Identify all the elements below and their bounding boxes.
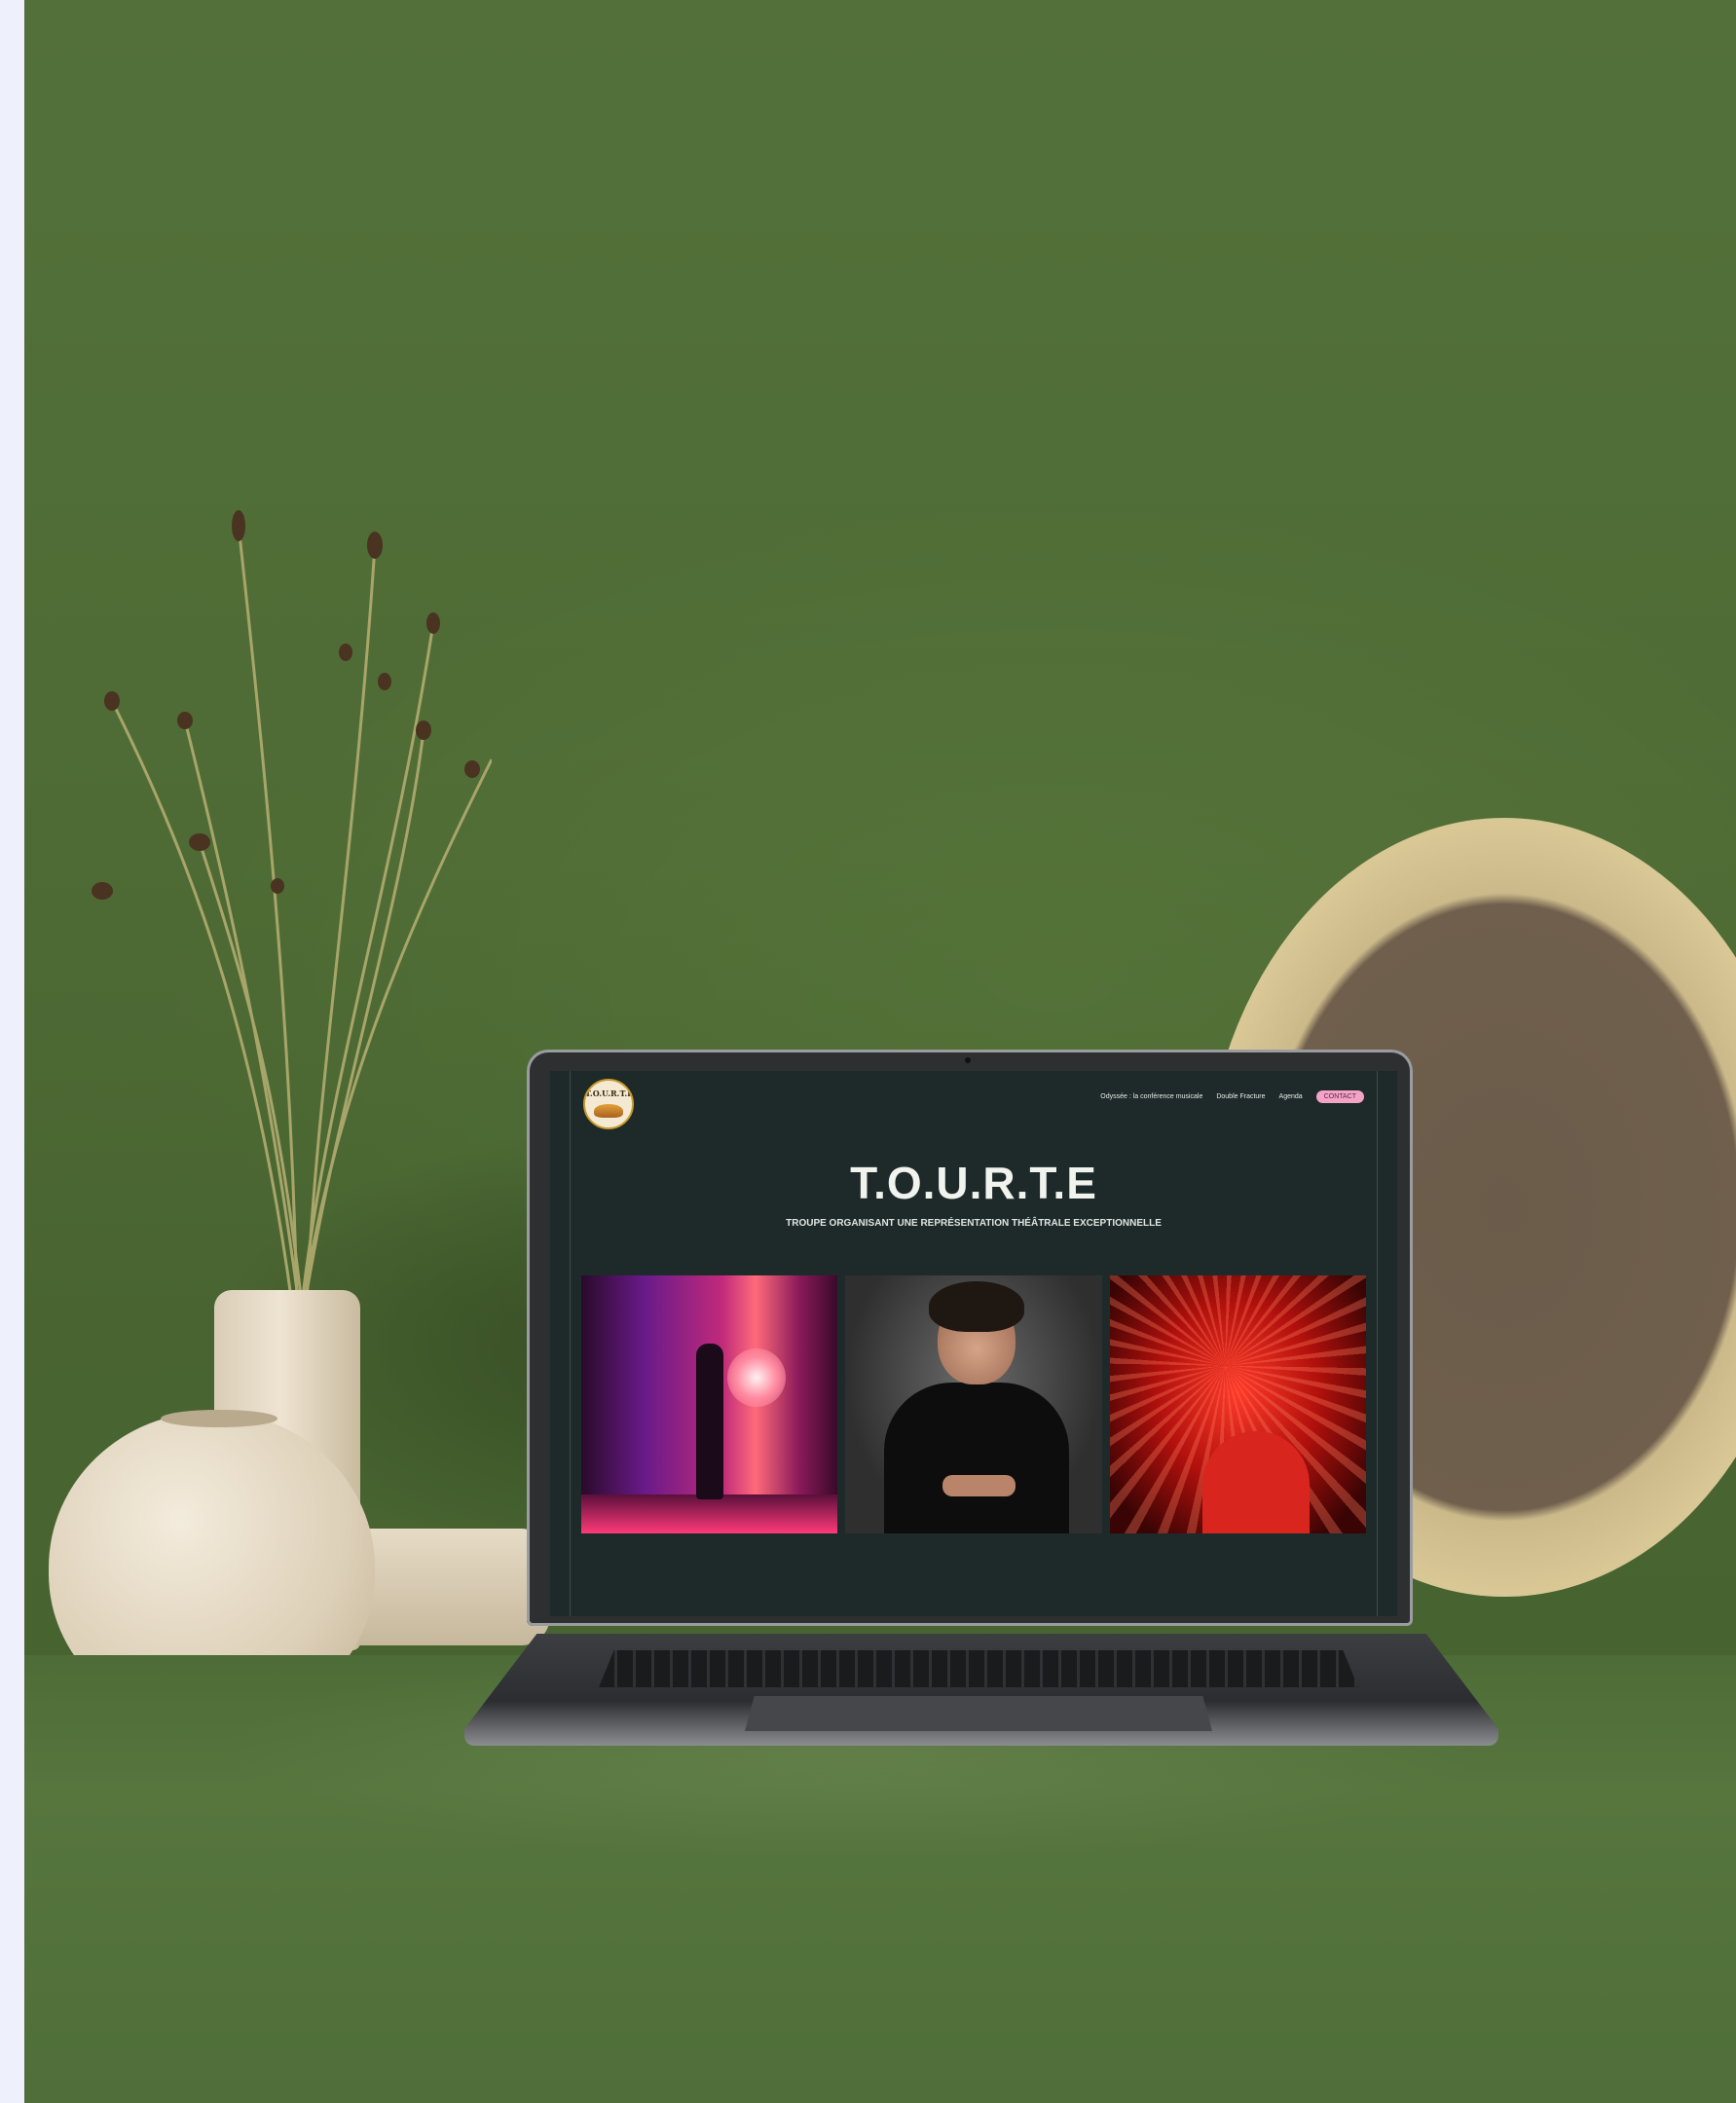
portrait-hands (942, 1475, 1016, 1496)
performer-silhouette (696, 1344, 723, 1499)
vase-base (346, 1529, 550, 1645)
performer-torso (1201, 1431, 1310, 1533)
round-vase-mouth (161, 1410, 277, 1427)
webcam (965, 1057, 971, 1063)
hero-title: T.O.U.R.T.E (850, 1158, 1097, 1208)
portrait-body (884, 1383, 1070, 1533)
photo-gallery (581, 1275, 1366, 1533)
laptop-trackpad (745, 1696, 1212, 1731)
stage-floor (581, 1494, 838, 1533)
laptop-keyboard (599, 1650, 1358, 1687)
guide-line-right (1377, 1071, 1378, 1616)
hero-subtitle: TROUPE ORGANISANT UNE REPRÉSENTATION THÉ… (786, 1218, 1162, 1229)
red-lights-photo[interactable] (1109, 1275, 1366, 1533)
contact-button[interactable]: CONTACT (1315, 1090, 1364, 1103)
portrait-photo[interactable] (845, 1275, 1102, 1533)
nav-agenda[interactable]: Agenda (1279, 1093, 1303, 1100)
site-logo[interactable]: T.O.U.R.T.E (583, 1079, 634, 1129)
pie-icon (594, 1104, 623, 1118)
site-nav: Odyssée : la conférence musicale Double … (1100, 1090, 1364, 1103)
stage-curtain-photo[interactable] (581, 1275, 838, 1533)
nav-double-fracture[interactable]: Double Fracture (1216, 1093, 1265, 1100)
dried-flowers (92, 510, 492, 1305)
laptop-screen: T.O.U.R.T.E Odyssée : la conférence musi… (550, 1071, 1397, 1616)
nav-odyssee[interactable]: Odyssée : la conférence musicale (1100, 1093, 1202, 1100)
logo-text: T.O.U.R.T.E (585, 1088, 634, 1098)
photo-scene: T.O.U.R.T.E Odyssée : la conférence musi… (24, 0, 1736, 2103)
guide-line-left (570, 1071, 571, 1616)
spotlight (727, 1348, 786, 1407)
portrait-hair (929, 1281, 1025, 1332)
